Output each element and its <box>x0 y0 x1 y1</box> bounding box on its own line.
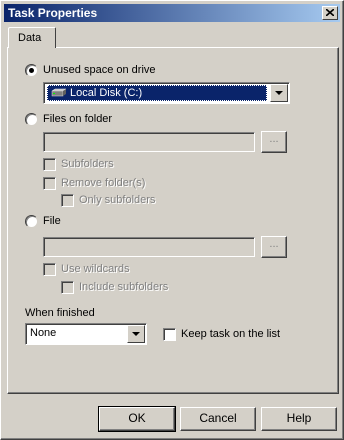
keep-task-checkbox[interactable] <box>163 328 176 341</box>
drive-select-dropdown-arrow[interactable] <box>270 84 288 102</box>
window-title: Task Properties <box>8 6 98 20</box>
only-subfolders-checkbox[interactable] <box>61 194 74 207</box>
use-wildcards-checkbox[interactable] <box>43 263 56 276</box>
dialog-window: Task Properties Data Unused space on dri… <box>0 0 344 440</box>
title-bar[interactable]: Task Properties <box>4 4 340 22</box>
folder-path-input[interactable] <box>43 132 255 152</box>
subfolders-label: Subfolders <box>61 158 114 170</box>
drive-select[interactable]: Local Disk (C:) <box>43 82 290 104</box>
folder-browse-button[interactable]: ... <box>261 131 287 153</box>
use-wildcards-label: Use wildcards <box>61 263 130 275</box>
remove-folders-checkbox[interactable] <box>43 177 56 190</box>
cancel-button[interactable]: Cancel <box>180 407 256 431</box>
when-finished-value: None <box>30 327 57 339</box>
files-on-folder-radio[interactable] <box>25 113 38 126</box>
remove-folders-label: Remove folder(s) <box>61 177 146 189</box>
include-subfolders-checkbox[interactable] <box>61 281 74 294</box>
help-button[interactable]: Help <box>261 407 337 431</box>
tab-data-label: Data <box>18 32 42 44</box>
close-button[interactable] <box>322 6 338 20</box>
when-finished-label: When finished <box>25 307 95 319</box>
keep-task-label: Keep task on the list <box>181 328 281 340</box>
tab-data[interactable]: Data <box>8 27 56 48</box>
unused-space-label: Unused space on drive <box>43 64 156 76</box>
file-label: File <box>43 215 61 227</box>
files-on-folder-label: Files on folder <box>43 113 113 125</box>
when-finished-dropdown-arrow[interactable] <box>127 325 145 343</box>
file-browse-button[interactable]: ... <box>261 236 287 258</box>
when-finished-select[interactable]: None <box>25 323 147 345</box>
drive-select-value: Local Disk (C:) <box>47 85 267 101</box>
radio-selected-dot <box>29 68 34 73</box>
file-path-input[interactable] <box>43 237 255 257</box>
unused-space-radio[interactable] <box>25 64 38 77</box>
only-subfolders-label: Only subfolders <box>79 194 156 206</box>
include-subfolders-label: Include subfolders <box>79 281 169 293</box>
ok-button[interactable]: OK <box>98 406 176 432</box>
subfolders-checkbox[interactable] <box>43 158 56 171</box>
hard-drive-icon <box>51 88 67 97</box>
close-icon <box>326 9 334 16</box>
file-radio[interactable] <box>25 215 38 228</box>
